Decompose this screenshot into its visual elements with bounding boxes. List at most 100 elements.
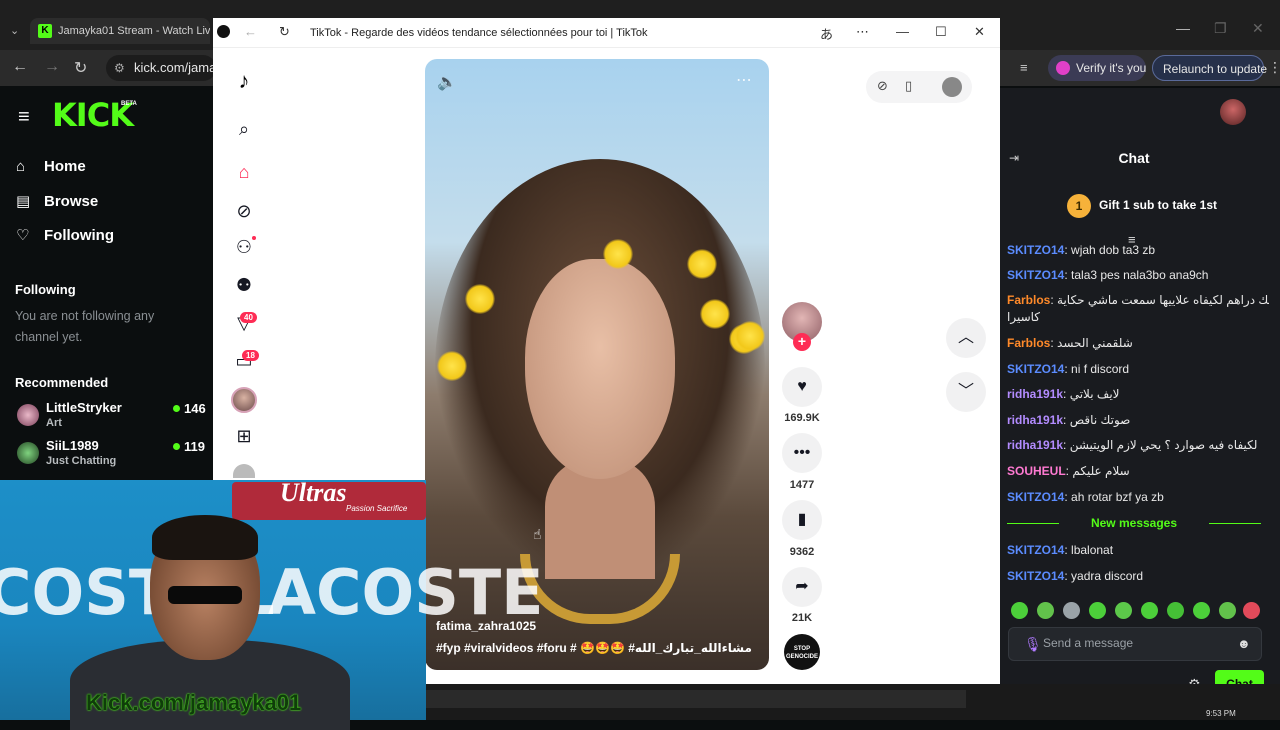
live-dot-icon: [173, 443, 180, 450]
emote-icon[interactable]: [1141, 602, 1158, 619]
chat-username[interactable]: SKITZO14: [1007, 490, 1064, 504]
chat-username[interactable]: Farblos: [1007, 293, 1050, 307]
chat-username[interactable]: SKITZO14: [1007, 362, 1064, 376]
nav-browse[interactable]: ▤ Browse: [16, 192, 98, 210]
device-icon[interactable]: ▯: [905, 78, 912, 94]
chat-username[interactable]: ridha191k: [1007, 438, 1063, 452]
nav-following[interactable]: ♡ Following: [16, 226, 114, 244]
follow-plus-icon[interactable]: +: [793, 333, 811, 351]
menu-kebab-icon[interactable]: ⋮: [1268, 59, 1280, 76]
url-field[interactable]: ⚙ kick.com/jamayka01: [106, 55, 216, 81]
viewer-count: 119: [184, 439, 205, 454]
tiktok-logo-icon[interactable]: ♪: [232, 68, 256, 94]
relaunch-button[interactable]: Relaunch to update: [1152, 55, 1267, 81]
profile-avatar[interactable]: [231, 387, 257, 413]
friends-icon[interactable]: ⚉: [232, 275, 256, 296]
video-hashtags[interactable]: #fyp #viralvideos #foru # 🤩🤩🤩 #مشاءالله_…: [436, 641, 766, 655]
following-icon[interactable]: ⚇: [232, 237, 256, 258]
search-icon[interactable]: ⌕: [232, 119, 256, 140]
chat-username[interactable]: SKITZO14: [1007, 569, 1064, 583]
video-more-icon[interactable]: ⋯: [736, 70, 753, 90]
site-info-icon[interactable]: ⚙: [114, 55, 125, 81]
tt-back-icon[interactable]: ←: [244, 24, 257, 39]
chat-text: شلقمني الحسد: [1057, 336, 1133, 350]
emote-icon[interactable]: [1037, 602, 1054, 619]
emote-icon[interactable]: [1193, 602, 1210, 619]
chat-username[interactable]: SOUHEUL: [1007, 464, 1066, 478]
chat-text: صوتك ناقص: [1069, 413, 1131, 427]
user-avatar[interactable]: [942, 77, 962, 97]
tt-minimize-icon[interactable]: —: [896, 24, 909, 39]
profile-dot-icon: [1056, 61, 1070, 75]
coin-icon[interactable]: ⊘: [877, 78, 888, 94]
chat-text: yadra discord: [1071, 569, 1144, 583]
tt-reload-icon[interactable]: ↻: [279, 24, 290, 40]
live-dot-icon: [173, 405, 180, 412]
next-video-icon[interactable]: ﹀: [946, 372, 986, 412]
share-icon[interactable]: ➦: [782, 567, 822, 607]
chat-message: SKITZO14: yadra discord: [1007, 569, 1144, 583]
music-disc[interactable]: STOP GENOCIDE: [784, 634, 820, 670]
emote-icon[interactable]: [1115, 602, 1132, 619]
chat-username[interactable]: SKITZO14: [1007, 543, 1064, 557]
comment-icon[interactable]: •••: [782, 433, 822, 473]
tab-list-chevron-icon[interactable]: ⌄: [10, 24, 19, 37]
reading-list-icon[interactable]: ≡: [1020, 60, 1028, 75]
chat-message: SKITZO14: wjah dob ta3 zb: [1007, 243, 1156, 257]
microphone-icon[interactable]: 🎙: [1024, 636, 1042, 653]
emote-icon[interactable]: [1167, 602, 1184, 619]
bookmark-icon[interactable]: ▮: [782, 500, 822, 540]
explore-icon[interactable]: ⊘: [232, 201, 256, 222]
emote-icon[interactable]: [1219, 602, 1236, 619]
volume-icon[interactable]: 🔈: [437, 72, 457, 92]
emote-icon[interactable]: [1063, 602, 1080, 619]
browser-tab-kick[interactable]: K Jamayka01 Stream - Watch Live on Kick: [30, 18, 210, 44]
close-icon[interactable]: ✕: [1252, 20, 1264, 37]
recommended-name[interactable]: SiiL1989: [46, 438, 99, 453]
chat-message: SKITZO14: lbalonat: [1007, 543, 1114, 557]
verify-button[interactable]: Verify it's you: [1048, 55, 1146, 81]
recommended-avatar[interactable]: [17, 404, 39, 426]
tt-maximize-icon[interactable]: ☐: [935, 24, 947, 40]
recommended-avatar[interactable]: [17, 442, 39, 464]
gift-rank-badge: 1: [1067, 194, 1091, 218]
chat-username[interactable]: SKITZO14: [1007, 268, 1064, 282]
chat-text: لايف بلاتي: [1069, 387, 1120, 401]
chat-username[interactable]: Farblos: [1007, 336, 1050, 350]
chat-message: SKITZO14: tala3 pes nala3bo ana9ch: [1007, 268, 1209, 282]
chat-message-input[interactable]: [1043, 636, 1223, 650]
reload-icon[interactable]: ↻: [74, 58, 87, 78]
nav-home[interactable]: ⌂ Home: [16, 158, 86, 175]
chat-username[interactable]: ridha191k: [1007, 387, 1063, 401]
heart-icon: ♡: [16, 227, 30, 244]
emote-icon[interactable]: [1011, 602, 1028, 619]
chat-username[interactable]: ridha191k: [1007, 413, 1063, 427]
maximize-icon[interactable]: ❐: [1214, 20, 1227, 37]
minimize-icon[interactable]: —: [1176, 20, 1190, 36]
emoji-picker-icon[interactable]: ☻: [1237, 636, 1251, 651]
previous-video-icon[interactable]: ︿: [946, 318, 986, 358]
new-messages-divider[interactable]: New messages: [1007, 516, 1261, 530]
nav-following-label: Following: [44, 227, 114, 244]
tt-more-icon[interactable]: ⋯: [856, 24, 869, 40]
hamburger-icon[interactable]: ≡: [18, 106, 30, 129]
recommended-name[interactable]: LittleStryker: [46, 400, 122, 415]
upload-icon[interactable]: ⊞: [232, 426, 256, 447]
flower-icon: [437, 351, 467, 381]
back-icon[interactable]: ←: [12, 58, 28, 76]
translate-icon[interactable]: あ: [820, 24, 833, 43]
gift-sub-prompt[interactable]: Gift 1 sub to take 1st: [1099, 198, 1217, 212]
user-avatar[interactable]: [1220, 99, 1246, 125]
tiktok-window-title: TikTok - Regarde des vidéos tendance sél…: [310, 27, 648, 39]
emote-icon[interactable]: [1243, 602, 1260, 619]
chat-text: كاسيرا: [1007, 310, 1040, 324]
like-icon[interactable]: ♥: [782, 367, 822, 407]
tt-close-icon[interactable]: ✕: [974, 24, 985, 40]
emote-icon[interactable]: [1089, 602, 1106, 619]
home-icon: ⌂: [16, 158, 26, 175]
home-icon[interactable]: ⌂: [232, 162, 256, 183]
recommended-category: Just Chatting: [46, 455, 117, 467]
chat-username[interactable]: SKITZO14: [1007, 243, 1064, 257]
system-clock: 9:53 PM: [1206, 709, 1236, 718]
forward-icon[interactable]: →: [44, 58, 60, 76]
